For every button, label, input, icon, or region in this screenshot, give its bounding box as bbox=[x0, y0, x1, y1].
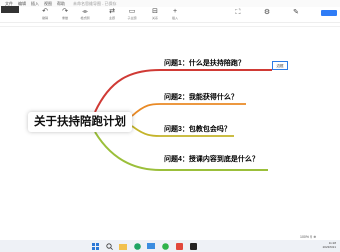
windows-start-icon[interactable] bbox=[90, 241, 100, 251]
video-app-icon[interactable] bbox=[188, 241, 198, 251]
file-explorer-icon[interactable] bbox=[118, 241, 128, 251]
branch-4-connector bbox=[94, 131, 268, 171]
root-topic[interactable]: 关于扶持陪跑计划 bbox=[28, 112, 132, 132]
clock-date: 2023/6/21 bbox=[322, 245, 336, 249]
browser-icon[interactable] bbox=[132, 241, 142, 251]
search-icon[interactable] bbox=[104, 241, 114, 251]
branch-topic-2[interactable]: 问题2：我能获得什么？ bbox=[164, 94, 238, 102]
branch-1-connector bbox=[94, 69, 272, 113]
branch-2-connector bbox=[131, 103, 246, 117]
branch-topic-3[interactable]: 问题3：包教包会吗？ bbox=[164, 126, 231, 134]
branch-topic-4[interactable]: 问题4：授课内容到底是什么？ bbox=[164, 156, 259, 164]
zoom-control[interactable]: 100% ⚲ ⊕ bbox=[300, 235, 316, 239]
taskbar: 11:28 2023/6/21 bbox=[0, 240, 340, 252]
chat-icon[interactable] bbox=[160, 241, 170, 251]
selected-node-marker[interactable]: 边框 bbox=[272, 61, 288, 70]
mail-icon[interactable] bbox=[146, 241, 156, 251]
mindmap-app-icon[interactable] bbox=[174, 241, 184, 251]
system-clock[interactable]: 11:28 2023/6/21 bbox=[323, 241, 336, 249]
branch-topic-1[interactable]: 问题1：什么是扶持陪跑？ bbox=[164, 60, 245, 68]
